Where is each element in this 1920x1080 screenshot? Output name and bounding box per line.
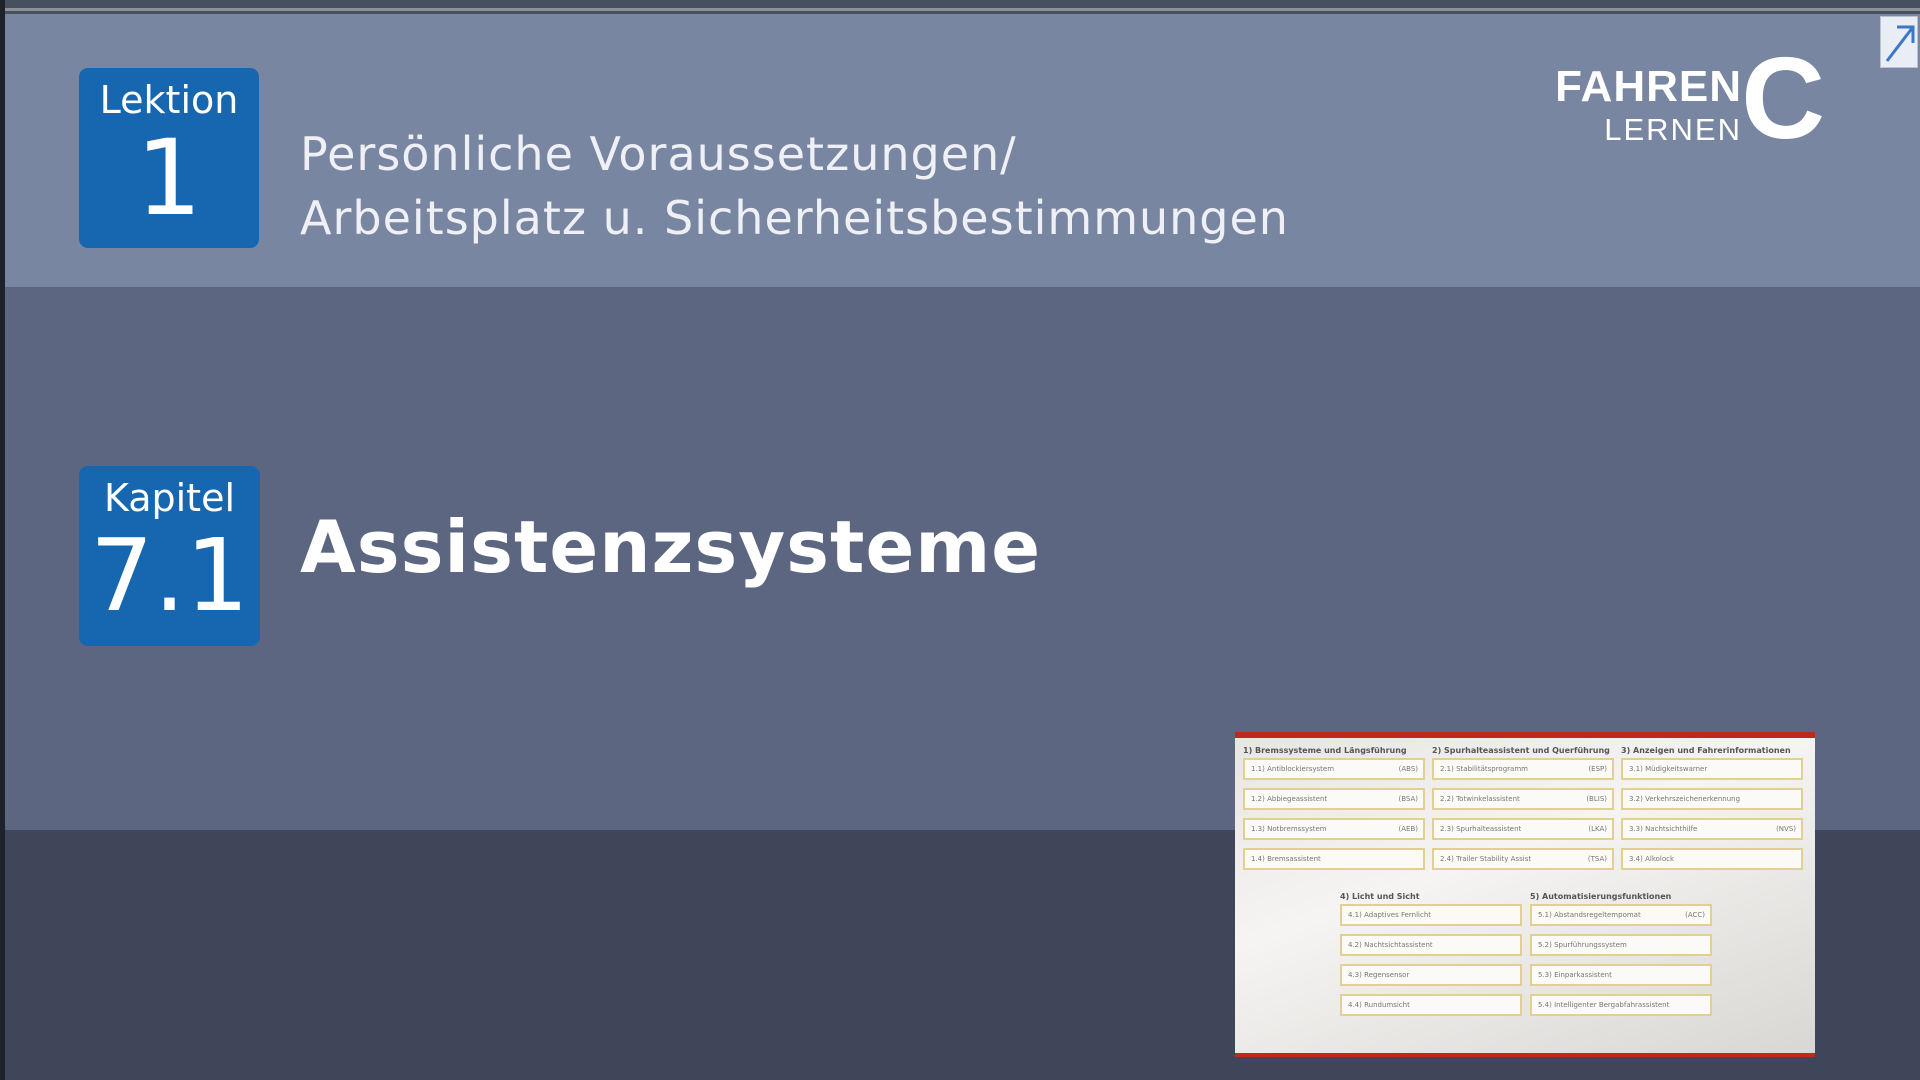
thumbnail-item-label: 3.2) Verkehrszeichenerkennung bbox=[1629, 795, 1741, 803]
thumbnail-section-heading: 2) Spurhalteassistent und Querführung bbox=[1432, 746, 1610, 755]
chapter-badge: Kapitel 7.1 bbox=[79, 466, 260, 646]
thumbnail-item: 1.4) Bremsassistent bbox=[1243, 848, 1425, 870]
chapter-title: Assistenzsysteme bbox=[300, 505, 1042, 589]
lesson-title: Persönliche Voraussetzungen/ Arbeitsplat… bbox=[300, 122, 1500, 250]
thumbnail-item-label: 1.1) Antiblockiersystem bbox=[1251, 765, 1335, 773]
thumbnail-item: 5.3) Einparkassistent bbox=[1530, 964, 1712, 986]
thumbnail-item: 5.2) Spurführungssystem bbox=[1530, 934, 1712, 956]
thumbnail-item-label: 5.2) Spurführungssystem bbox=[1538, 941, 1627, 949]
thumbnail-item-label: 2.2) Totwinkelassistent bbox=[1440, 795, 1520, 803]
thumbnail-item-label: 4.1) Adaptives Fernlicht bbox=[1348, 911, 1432, 919]
thumbnail-item-label: 1.2) Abbiegeassistent bbox=[1251, 795, 1328, 803]
thumbnail-item: 3.2) Verkehrszeichenerkennung bbox=[1621, 788, 1803, 810]
thumbnail-item: 5.4) Intelligenter Bergabfahrassistent bbox=[1530, 994, 1712, 1016]
brand-logo-mark: C bbox=[1741, 33, 1825, 163]
thumbnail-item: 2.1) Stabilitätsprogramm (ESP) bbox=[1432, 758, 1614, 780]
expand-arrow-icon[interactable] bbox=[1880, 16, 1918, 68]
thumbnail-item: 3.1) Müdigkeitswarner bbox=[1621, 758, 1803, 780]
top-rule bbox=[0, 0, 1920, 14]
lesson-badge: Lektion 1 bbox=[79, 68, 259, 248]
thumbnail-item: 4.4) Rundumsicht bbox=[1340, 994, 1522, 1016]
thumbnail-item-label: 5.3) Einparkassistent bbox=[1538, 971, 1612, 979]
thumbnail-section-heading: 1) Bremssysteme und Längsführung bbox=[1243, 746, 1407, 755]
thumbnail-item: 1.3) Notbremssystem (AEB) bbox=[1243, 818, 1425, 840]
brand-logo: FAHREN LERNEN C bbox=[1555, 40, 1825, 156]
thumbnail-item-code: (ABS) bbox=[1398, 765, 1418, 773]
thumbnail-item: 4.1) Adaptives Fernlicht bbox=[1340, 904, 1522, 926]
thumbnail-item-label: 2.1) Stabilitätsprogramm bbox=[1440, 765, 1528, 773]
thumbnail-item-code: (ACC) bbox=[1685, 911, 1705, 919]
thumbnail-item-label: 1.3) Notbremssystem bbox=[1251, 825, 1327, 833]
brand-logo-line-2: LERNEN bbox=[1604, 112, 1742, 147]
thumbnail-item: 1.1) Antiblockiersystem (ABS) bbox=[1243, 758, 1425, 780]
thumbnail-item: 5.1) Abstandsregeltempomat (ACC) bbox=[1530, 904, 1712, 926]
thumbnail-item-label: 1.4) Bremsassistent bbox=[1251, 855, 1321, 863]
lesson-title-line-1: Persönliche Voraussetzungen/ bbox=[300, 127, 1017, 181]
thumbnail-item-code: (ESP) bbox=[1588, 765, 1607, 773]
lesson-badge-number: 1 bbox=[135, 117, 203, 239]
thumbnail-item-code: (BSA) bbox=[1398, 795, 1418, 803]
thumbnail-section-heading: 3) Anzeigen und Fahrerinformationen bbox=[1621, 746, 1791, 755]
thumbnail-item-label: 5.1) Abstandsregeltempomat bbox=[1538, 911, 1641, 919]
thumbnail-item-code: (TSA) bbox=[1587, 855, 1607, 863]
brand-logo-line-1: FAHREN bbox=[1555, 62, 1742, 111]
lesson-title-line-2: Arbeitsplatz u. Sicherheitsbestimmungen bbox=[300, 191, 1289, 245]
thumbnail-item-label: 3.1) Müdigkeitswarner bbox=[1629, 765, 1708, 773]
thumbnail-item: 1.2) Abbiegeassistent (BSA) bbox=[1243, 788, 1425, 810]
chapter-overview-thumbnail[interactable]: 1) Bremssysteme und Längsführung 1.1) Ant… bbox=[1235, 732, 1815, 1057]
thumbnail-item: 3.3) Nachtsichthilfe (NVS) bbox=[1621, 818, 1803, 840]
thumbnail-item-label: 2.3) Spurhalteassistent bbox=[1440, 825, 1522, 833]
thumbnail-item-code: (LKA) bbox=[1588, 825, 1607, 833]
thumbnail-item-label: 3.3) Nachtsichthilfe bbox=[1629, 825, 1698, 833]
thumbnail-item: 2.2) Totwinkelassistent (BLIS) bbox=[1432, 788, 1614, 810]
thumbnail-section-heading: 5) Automatisierungsfunktionen bbox=[1530, 892, 1672, 901]
thumbnail-item-label: 4.4) Rundumsicht bbox=[1348, 1001, 1410, 1009]
thumbnail-item: 2.4) Trailer Stability Assist (TSA) bbox=[1432, 848, 1614, 870]
chapter-badge-number: 7.1 bbox=[89, 517, 250, 634]
thumbnail-item-label: 4.2) Nachtsichtassistent bbox=[1348, 941, 1433, 949]
thumbnail-item-label: 2.4) Trailer Stability Assist bbox=[1440, 855, 1532, 863]
thumbnail-item-label: 5.4) Intelligenter Bergabfahrassistent bbox=[1538, 1001, 1670, 1009]
thumbnail-item: 4.3) Regensensor bbox=[1340, 964, 1522, 986]
thumbnail-item-label: 3.4) Alkolock bbox=[1629, 855, 1675, 863]
lesson-badge-label: Lektion bbox=[99, 78, 239, 122]
thumbnail-section-heading: 4) Licht und Sicht bbox=[1340, 892, 1420, 901]
thumbnail-item: 3.4) Alkolock bbox=[1621, 848, 1803, 870]
chapter-badge-label: Kapitel bbox=[103, 476, 236, 520]
thumbnail-item-code: (AEB) bbox=[1398, 825, 1418, 833]
thumbnail-item: 2.3) Spurhalteassistent (LKA) bbox=[1432, 818, 1614, 840]
thumbnail-item: 4.2) Nachtsichtassistent bbox=[1340, 934, 1522, 956]
thumbnail-item-code: (BLIS) bbox=[1586, 795, 1607, 803]
thumbnail-item-code: (NVS) bbox=[1776, 825, 1796, 833]
thumbnail-item-label: 4.3) Regensensor bbox=[1348, 971, 1410, 979]
